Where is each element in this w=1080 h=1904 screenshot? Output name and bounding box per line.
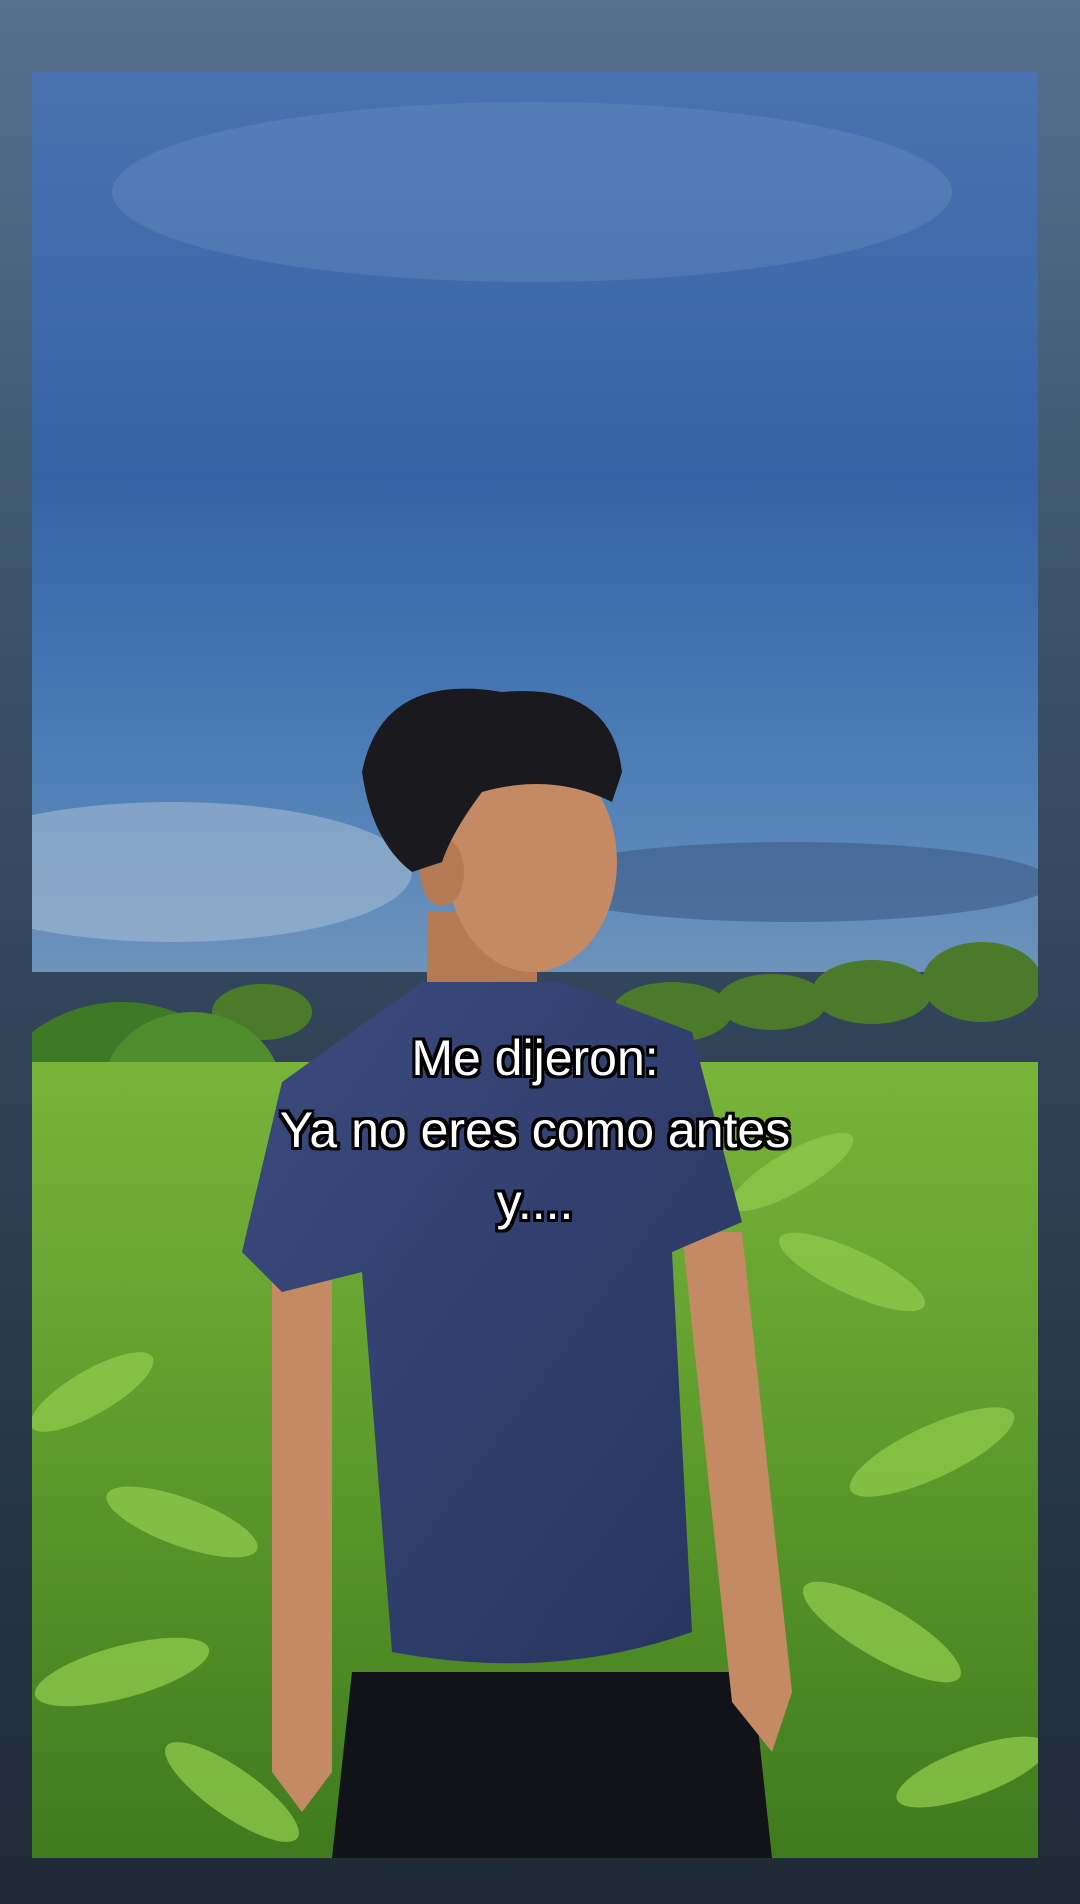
cloud [112,102,952,282]
photo [32,72,1038,1858]
caption-line-2: Ya no eres como antes [279,1102,791,1158]
shorts [332,1672,772,1858]
left-arm [272,1272,332,1812]
caption-line-3: y.... [496,1174,574,1230]
photo-scene [32,72,1038,1858]
caption: Me dijeron: Ya no eres como antes y.... [32,1022,1038,1238]
caption-line-1: Me dijeron: [411,1030,659,1086]
